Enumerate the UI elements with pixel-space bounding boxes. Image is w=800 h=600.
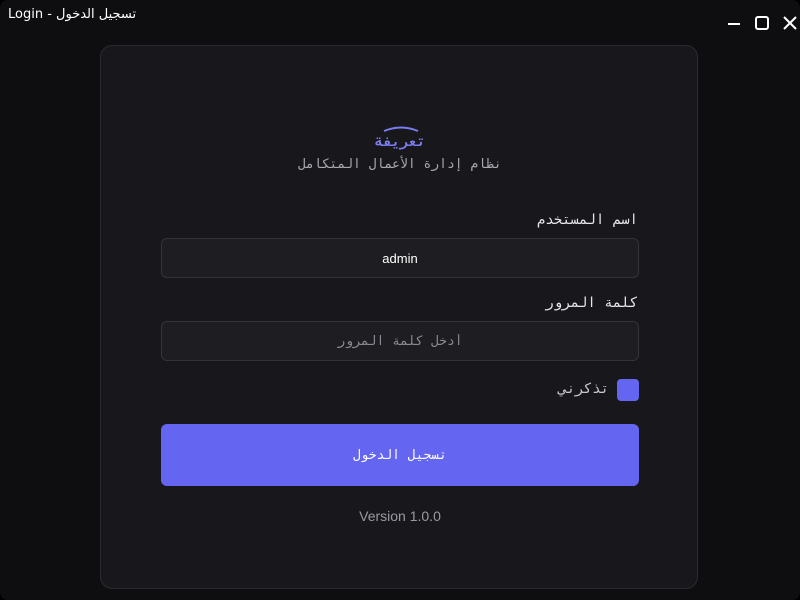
close-icon bbox=[783, 16, 797, 30]
remember-me-label[interactable]: تذكرني bbox=[558, 381, 609, 397]
window-title: Login - تسجيل الدخول bbox=[8, 7, 137, 22]
login-window: Login - تسجيل الدخول تعريفة نظام إدارة ا… bbox=[0, 0, 800, 600]
remember-me-checkbox[interactable] bbox=[617, 379, 639, 401]
minimize-icon bbox=[728, 23, 740, 25]
password-input[interactable] bbox=[161, 321, 639, 361]
login-button[interactable]: تسجيل الدخول bbox=[161, 424, 639, 486]
password-label: كلمة المرور bbox=[545, 295, 638, 311]
username-label: اسم المستخدم bbox=[536, 212, 638, 228]
title-bar[interactable]: Login - تسجيل الدخول bbox=[0, 0, 800, 32]
close-button[interactable] bbox=[781, 12, 799, 30]
username-input[interactable] bbox=[161, 238, 639, 278]
maximize-icon bbox=[755, 16, 769, 30]
brand-name: تعريفة bbox=[374, 134, 426, 150]
maximize-button[interactable] bbox=[753, 12, 771, 30]
logo-icon bbox=[383, 126, 419, 132]
login-card: تعريفة نظام إدارة الأعمال المتكامل اسم ا… bbox=[100, 45, 698, 589]
minimize-button[interactable] bbox=[725, 12, 743, 30]
brand-subtitle: نظام إدارة الأعمال المتكامل bbox=[298, 157, 502, 172]
version-text: Version 1.0.0 bbox=[359, 508, 441, 524]
